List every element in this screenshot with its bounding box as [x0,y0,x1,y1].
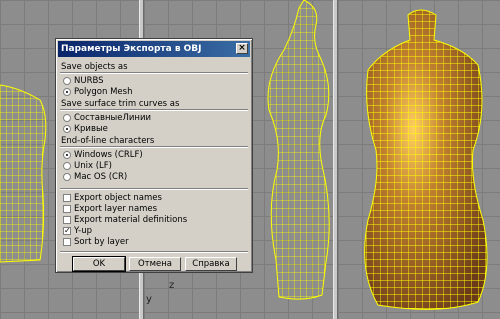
radio-curves[interactable]: Кривые [63,124,108,135]
radio-selected-icon [63,88,71,96]
checkbox-icon [63,194,71,202]
radio-polycurves[interactable]: СоставныеЛинии [63,113,151,124]
checkbox-icon [63,205,71,213]
checkbox-export-object-names[interactable]: Export object names [63,193,162,204]
dialog-titlebar[interactable]: Параметры Экспорта в OBJ × [58,41,250,57]
radio-mac-cr[interactable]: Mac OS (CR) [63,172,127,183]
divider [60,146,248,148]
radio-icon [63,173,71,181]
checkbox-y-up[interactable]: ✓ Y-up [63,226,92,237]
ok-button[interactable]: OK [72,256,126,272]
checkmark-icon: ✓ [63,226,71,235]
radio-icon [63,114,71,122]
trim-curves-label: Save surface trim curves as [61,99,180,109]
eol-label: End-of-line characters [61,136,155,146]
radio-nurbs[interactable]: NURBS [63,76,104,87]
dialog-title: Параметры Экспорта в OBJ [61,44,202,54]
viewport-right[interactable] [338,0,500,319]
close-button[interactable]: × [236,43,248,54]
radio-selected-icon [63,125,71,133]
radio-unix-lf[interactable]: Unix (LF) [63,161,112,172]
cancel-button[interactable]: Отмена [129,257,181,271]
shaded-mannequin-perspective [364,9,488,310]
checkbox-icon [63,216,71,224]
divider [60,72,248,74]
checkbox-export-layer-names[interactable]: Export layer names [63,204,157,215]
radio-windows-crlf[interactable]: Windows (CRLF) [63,150,143,161]
divider [60,251,248,253]
axis-y-label: y [146,294,152,305]
radio-selected-icon [63,151,71,159]
save-objects-label: Save objects as [61,62,128,72]
checkbox-sort-by-layer[interactable]: Sort by layer [63,237,129,248]
help-button[interactable]: Справка [185,257,237,271]
radio-icon [63,162,71,170]
radio-icon [63,77,71,85]
obj-export-dialog: Параметры Экспорта в OBJ × Save objects … [55,38,253,273]
axis-z-label: z [169,280,175,291]
divider [60,188,248,190]
checkbox-icon [63,238,71,246]
divider [60,109,248,111]
checkbox-export-material-definitions[interactable]: Export material definitions [63,215,187,226]
radio-polygon-mesh[interactable]: Polygon Mesh [63,87,132,98]
